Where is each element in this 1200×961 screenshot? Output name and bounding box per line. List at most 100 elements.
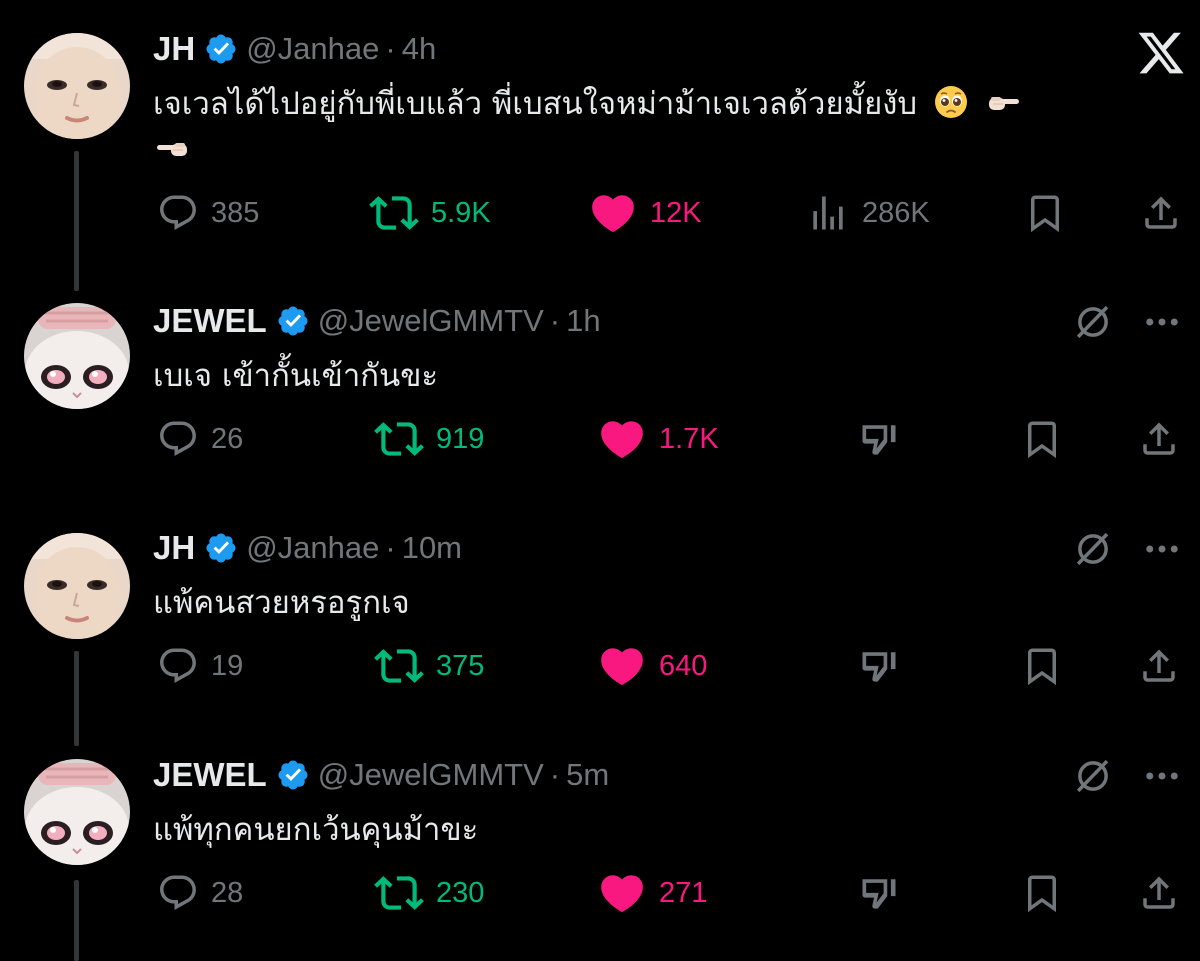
bookmark-icon [1021,418,1063,460]
reply-button[interactable]: 28 [157,870,243,916]
thread-line [74,880,79,961]
thread-line [74,151,79,291]
like-count: 640 [659,649,708,682]
verified-badge-icon [276,758,310,792]
like-count: 1.7K [659,422,719,455]
like-count: 271 [659,876,708,909]
repost-icon [374,414,424,464]
bookmark-button[interactable] [1024,190,1066,236]
repost-button[interactable]: 230 [374,870,484,916]
avatar[interactable] [24,759,130,865]
view-count: 286K [862,196,930,229]
downvote-button[interactable] [857,870,901,916]
grok-icon[interactable] [1072,755,1114,797]
tweet-text [153,127,191,173]
share-button[interactable] [1138,870,1180,916]
heart-icon [597,641,647,691]
repost-icon [369,188,419,238]
heart-icon [588,188,638,238]
verified-badge-icon [276,304,310,338]
tweet-text: แพ้คนสวยหรอรูกเจ [153,585,410,621]
share-icon [1138,872,1180,914]
handle[interactable]: @Janhae [246,530,379,566]
avatar[interactable] [24,33,130,139]
repost-count: 230 [436,876,485,909]
handle[interactable]: @JewelGMMTV [318,757,544,793]
share-icon [1138,645,1180,687]
display-name[interactable]: JEWEL [153,302,267,340]
tweet-text-line: เจเวลได้ไปอยู่กับพี่เบแล้ว พี่เบสนใจหม่า… [153,86,918,122]
reply-icon [157,192,199,234]
separator: · [549,303,561,338]
repost-button[interactable]: 5.9K [369,190,491,236]
like-button[interactable]: 12K [588,190,702,236]
x-logo-icon[interactable] [1136,28,1186,78]
repost-button[interactable]: 919 [374,416,484,462]
bookmark-button[interactable] [1021,643,1063,689]
downvote-button[interactable] [857,643,901,689]
downvote-icon [857,871,901,915]
reply-icon [157,418,199,460]
reply-icon [157,872,199,914]
share-button[interactable] [1140,190,1182,236]
timestamp[interactable]: 4h [402,31,436,67]
reply-count: 19 [211,649,244,682]
display-name[interactable]: JEWEL [153,756,267,794]
share-icon [1138,418,1180,460]
reply-button[interactable]: 385 [157,190,259,236]
reply-button[interactable]: 19 [157,643,243,689]
like-button[interactable]: 271 [597,870,707,916]
tweet-header: JH @Janhae · 4h [153,27,436,71]
tweet-text: เบเจ เข้ากั้นเข้ากันขะ [153,358,439,394]
repost-count: 5.9K [431,196,491,229]
heart-icon [597,868,647,918]
tweet-thread: JH @Janhae · 4h เจเวลได้ไปอยู่กับพี่เบแล… [0,0,1200,961]
bookmark-icon [1021,645,1063,687]
reply-icon [157,645,199,687]
thread-line [74,651,79,746]
avatar[interactable] [24,533,130,639]
bookmark-button[interactable] [1021,416,1063,462]
downvote-button[interactable] [857,416,901,462]
share-button[interactable] [1138,643,1180,689]
more-icon[interactable] [1141,301,1183,343]
tweet-header: JEWEL @JewelGMMTV · 1h [153,299,601,343]
tweet-text: แพ้ทุกคนยกเว้นคุนม้าขะ [153,812,479,848]
grok-icon[interactable] [1072,301,1114,343]
display-name[interactable]: JH [153,529,195,567]
bookmark-button[interactable] [1021,870,1063,916]
downvote-icon [857,644,901,688]
repost-count: 919 [436,422,485,455]
backhand-index-pointing-right-emoji-icon [985,84,1021,120]
verified-badge-icon [204,531,238,565]
share-button[interactable] [1138,416,1180,462]
backhand-index-pointing-left-emoji-icon [155,130,191,166]
display-name[interactable]: JH [153,30,195,68]
avatar[interactable] [24,303,130,409]
tweet-header: JH @Janhae · 10m [153,526,462,570]
reply-button[interactable]: 26 [157,416,243,462]
handle[interactable]: @JewelGMMTV [318,303,544,339]
timestamp[interactable]: 1h [566,303,600,339]
bookmark-icon [1021,872,1063,914]
repost-icon [374,868,424,918]
reply-count: 28 [211,876,244,909]
share-icon [1140,192,1182,234]
separator: · [549,757,561,792]
downvote-icon [857,417,901,461]
like-button[interactable]: 1.7K [597,416,719,462]
timestamp[interactable]: 5m [566,757,609,793]
timestamp[interactable]: 10m [402,530,462,566]
tweet-header: JEWEL @JewelGMMTV · 5m [153,753,609,797]
reply-count: 385 [211,196,260,229]
grok-icon[interactable] [1072,528,1114,570]
repost-icon [374,641,424,691]
views-button[interactable]: 286K [806,190,930,236]
like-button[interactable]: 640 [597,643,707,689]
more-icon[interactable] [1141,528,1183,570]
reply-count: 26 [211,422,244,455]
repost-button[interactable]: 375 [374,643,484,689]
handle[interactable]: @Janhae [246,31,379,67]
more-icon[interactable] [1141,755,1183,797]
heart-icon [597,414,647,464]
